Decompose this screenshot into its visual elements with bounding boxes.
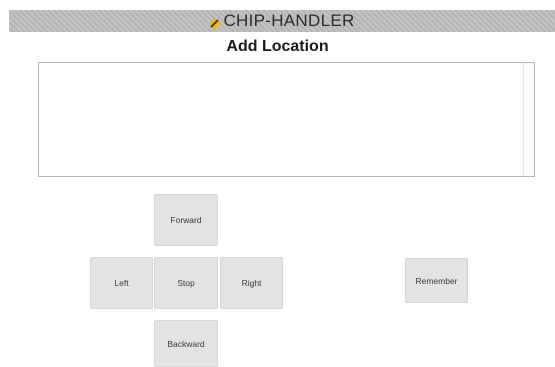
- page-title: Add Location: [226, 38, 329, 55]
- backward-button[interactable]: Backward: [154, 320, 218, 367]
- left-button[interactable]: Left: [90, 257, 153, 309]
- right-button[interactable]: Right: [220, 257, 283, 309]
- stop-button[interactable]: Stop: [154, 257, 218, 309]
- forward-button[interactable]: Forward: [154, 194, 218, 246]
- location-text-area[interactable]: [38, 62, 535, 177]
- header-bar: CHIP-HANDLER: [9, 10, 555, 32]
- page: CHIP-HANDLER Add Location Forward Left S…: [0, 0, 555, 367]
- scrollbar[interactable]: [523, 63, 534, 176]
- remember-button[interactable]: Remember: [405, 258, 468, 303]
- diamond-logo-icon: [209, 16, 221, 29]
- app-logo: CHIP-HANDLER: [209, 11, 354, 31]
- app-title: CHIP-HANDLER: [223, 11, 355, 30]
